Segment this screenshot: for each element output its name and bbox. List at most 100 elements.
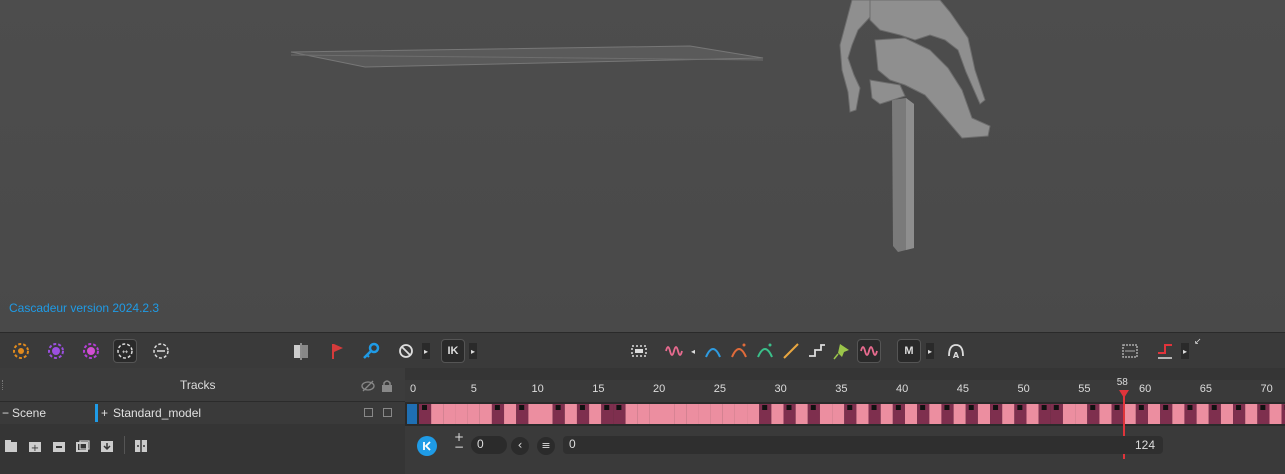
autophysics-icon[interactable]: ↔ [113, 339, 137, 363]
track-actions-bar: + [0, 428, 405, 474]
frame-cell [734, 404, 748, 424]
collapse-corner-icon[interactable]: ↙ [1194, 337, 1202, 347]
cancel-dropdown-arrow[interactable]: ▸ [422, 343, 430, 359]
curve-prev-arrow[interactable]: ◂ [689, 343, 697, 359]
timeline-panel[interactable]: 0 5 10 15 20 25 30 35 40 45 50 55 60 65 70 58 + − 0 ‹ ≡… [405, 368, 1285, 474]
red-flag-icon[interactable] [325, 339, 349, 363]
fulcrum-icon[interactable] [9, 339, 33, 363]
purple-point-icon[interactable] [79, 339, 103, 363]
prev-button[interactable]: ‹ [511, 437, 529, 455]
frame-cell [1269, 404, 1282, 424]
start-frame-field[interactable]: 0 [471, 436, 507, 454]
frame-cell [479, 404, 492, 424]
frame-cell [832, 404, 845, 424]
frame-cell [771, 404, 784, 424]
scene-canvas [290, 0, 991, 252]
bezier-c-icon[interactable] [753, 339, 777, 363]
step-icon[interactable] [805, 339, 829, 363]
model-color-marker [95, 404, 98, 422]
keyframe-marker [762, 405, 768, 410]
avatar-a-icon[interactable]: A [944, 339, 968, 363]
keyframe-marker [555, 405, 561, 410]
frame-cell [443, 404, 456, 424]
current-frame-label: 58 [1116, 377, 1128, 388]
pin-icon[interactable] [830, 339, 854, 363]
visibility-icon[interactable] [361, 378, 375, 397]
menu-button[interactable]: ≡ [537, 437, 555, 455]
key-icon[interactable] [359, 339, 383, 363]
keyframe-marker [1163, 405, 1169, 410]
frame-cell [1123, 404, 1136, 424]
duplicate-track-icon[interactable] [76, 438, 90, 452]
ruler-tick-label: 45 [956, 383, 969, 395]
mode-m-button[interactable]: M [897, 339, 921, 363]
visibility-checkbox[interactable] [364, 408, 373, 417]
frame-cell [905, 404, 918, 424]
lock-checkbox[interactable] [383, 408, 392, 417]
import-track-icon[interactable] [100, 438, 114, 452]
wave-active-icon[interactable] [857, 339, 881, 363]
mode-dropdown-arrow[interactable]: ▸ [926, 343, 934, 359]
scene-row[interactable]: − Scene + Standard_model [0, 402, 405, 424]
remove-track-icon[interactable] [52, 438, 66, 452]
ruler-tick-label: 0 [410, 383, 417, 395]
selection-frame-icon[interactable] [627, 339, 651, 363]
keyframe-marker [604, 405, 610, 410]
ruler-tick-label: 40 [896, 383, 909, 395]
frame-cell [819, 404, 833, 424]
keyframe-marker [579, 405, 585, 410]
frame-cell [1196, 404, 1209, 424]
frame-cell [880, 404, 893, 424]
ik-toggle[interactable]: IK [441, 339, 465, 363]
svg-text:A: A [953, 351, 960, 360]
purple-target-icon[interactable] [44, 339, 68, 363]
frame-cell [1220, 404, 1234, 424]
add-folder-icon[interactable] [4, 438, 18, 452]
frame-ruler[interactable]: 0 5 10 15 20 25 30 35 40 45 50 55 60 65 70 [405, 380, 1285, 402]
plus-minus-stepper[interactable]: + − [454, 431, 464, 453]
frame-cell [625, 404, 638, 424]
frame-cell [1245, 404, 1258, 424]
frame-cell [722, 404, 735, 424]
ik-dropdown-arrow[interactable]: ▸ [469, 343, 477, 359]
fit-frame-icon[interactable] [1118, 339, 1142, 363]
keyframe-marker [847, 405, 853, 410]
frame-cell [431, 404, 444, 424]
cancel-icon[interactable] [394, 339, 418, 363]
swap-red-icon[interactable] [1153, 339, 1177, 363]
scene-collapse-toggle[interactable]: − [2, 406, 9, 420]
keyframe-marker [1017, 405, 1023, 410]
keyframe-marker [1187, 405, 1193, 410]
drag-handle-icon[interactable] [2, 380, 6, 390]
frame-cell [710, 404, 723, 424]
frame-cell [589, 404, 602, 424]
frame-cell [795, 404, 808, 424]
interval-field[interactable]: 0 [563, 436, 1163, 454]
split-icon[interactable] [134, 438, 148, 452]
retarget-icon[interactable] [149, 339, 173, 363]
lock-icon[interactable] [381, 378, 393, 397]
swap-dropdown-arrow[interactable]: ▸ [1181, 343, 1189, 359]
3d-viewport[interactable]: Cascadeur version 2024.2.3 [0, 0, 1285, 332]
ruler-tick-label: 25 [713, 383, 726, 395]
frame-cell [747, 404, 760, 424]
frame-cell [1172, 404, 1185, 424]
keyframe-marker [1236, 405, 1242, 410]
keyframe-track[interactable] [405, 402, 1285, 426]
keyframe-marker [494, 405, 500, 410]
keyframe-marker [616, 405, 622, 410]
camera-frame-icon[interactable] [289, 339, 313, 363]
keyframe-marker [519, 405, 525, 410]
bezier-x-icon[interactable] [727, 339, 751, 363]
linear-icon[interactable] [779, 339, 803, 363]
bezier-icon[interactable] [701, 339, 725, 363]
frame-cell [662, 404, 675, 424]
mode-m-label: M [904, 345, 914, 357]
model-expand-toggle[interactable]: + [101, 406, 108, 420]
wave-icon[interactable] [662, 339, 686, 363]
go-to-start-button[interactable] [417, 436, 437, 456]
total-frames-label: 124 [1135, 438, 1156, 452]
timeline-controls: + − 0 ‹ ≡ 0 124 [405, 431, 1285, 458]
model-label[interactable]: Standard_model [113, 406, 201, 420]
add-track-icon[interactable]: + [28, 438, 42, 454]
